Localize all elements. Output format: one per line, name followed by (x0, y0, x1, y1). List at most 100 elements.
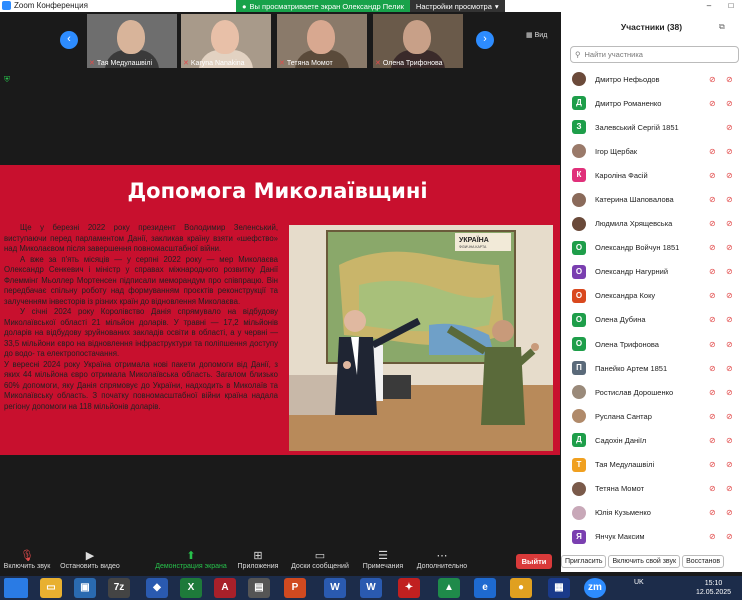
muted-mic-icon: ✕ (89, 60, 95, 67)
video-tile[interactable]: ✕ Karyna Nanakina (181, 14, 271, 68)
participant-row[interactable]: К Кароліна Фасій ⊘ ⊘ (561, 163, 742, 187)
access-icon[interactable]: A (214, 578, 236, 598)
participant-name: Тетяна Момот (595, 484, 645, 494)
google-drive-icon[interactable]: ▲ (438, 578, 460, 598)
windows-taskbar: ▭ ▣ 7z ◆ X A ▤ P W W ✦ ▲ e ● ▦ zm UK 15:… (0, 576, 742, 600)
tile-name: ✕ Олена Трифонова (375, 59, 443, 68)
participant-row[interactable]: Т Тая Медулашвілі ⊘ ⊘ (561, 453, 742, 477)
avatar: Д (572, 433, 586, 448)
unmute-me-button[interactable]: Включить свой звук (608, 555, 681, 568)
minimize-icon[interactable]: – (698, 0, 720, 12)
participant-row[interactable]: Катерина Шаповалова ⊘ ⊘ (561, 187, 742, 211)
slide-photo: УКРАЇНА ФІЗИЧНА КАРТА (289, 225, 553, 451)
video-off-icon: ⊘ (709, 411, 716, 421)
chevron-down-icon: ▾ (494, 1, 499, 11)
participant-row[interactable]: Тетяна Момот ⊘ ⊘ (561, 477, 742, 501)
photo-illustration: УКРАЇНА ФІЗИЧНА КАРТА (289, 225, 553, 451)
chrome-icon[interactable]: ● (510, 578, 532, 598)
participant-row[interactable]: Д Дмитро Романенко ⊘ ⊘ (561, 91, 742, 115)
participant-name: Олена Трифонова (595, 339, 659, 349)
word-icon-2[interactable]: W (360, 578, 382, 598)
video-tile[interactable]: ✕ Тетяна Момот (277, 14, 367, 68)
share-screen-button[interactable]: ⬆ Демонстрация экрана (155, 549, 227, 570)
start-button[interactable] (4, 578, 28, 598)
leave-button[interactable]: Выйти (516, 554, 552, 569)
whiteboards-button[interactable]: ▭ Доски сообщений (288, 549, 352, 570)
zoom-taskbar-icon[interactable]: zm (584, 578, 606, 598)
prev-page-button[interactable]: ‹ (60, 31, 78, 49)
notes-button[interactable]: ☰ Примечания (360, 549, 406, 570)
language-indicator[interactable]: UK (634, 579, 644, 586)
avatar (572, 72, 586, 87)
screen-app-icon[interactable]: ▣ (74, 578, 96, 598)
muted-mic-icon: ⊘ (726, 291, 733, 301)
pop-out-icon[interactable]: ⧉ (719, 22, 725, 32)
view-button[interactable]: ▦ Вид (526, 31, 547, 40)
participant-row[interactable]: З Залевський Сергій 1851 ⊘ (561, 115, 742, 139)
edge-icon[interactable]: e (474, 578, 496, 598)
video-button[interactable]: ▶ Остановить видео (58, 549, 122, 570)
clock[interactable]: 15:10 12.05.2025 (696, 579, 731, 597)
participant-row[interactable]: Д Садохін Даніїл ⊘ ⊘ (561, 428, 742, 452)
muted-mic-icon: ⊘ (726, 532, 733, 542)
pdf-reader-icon[interactable]: ✦ (398, 578, 420, 598)
video-strip: ‹ ✕ Тая Медулашвілі ✕ Karyna Nanakina ✕ Тет… (0, 12, 560, 70)
share-arrow-icon: ⬆ (186, 550, 196, 562)
avatar: Д (572, 96, 586, 111)
video-off-icon: ⊘ (709, 339, 716, 349)
participant-row[interactable]: О Олена Дубина ⊘ ⊘ (561, 308, 742, 332)
tile-name: ✕ Тетяна Момот (279, 59, 333, 68)
participant-row[interactable]: Ростислав Дорошенко ⊘ ⊘ (561, 380, 742, 404)
video-off-icon: ⊘ (709, 315, 716, 325)
participant-row[interactable]: О Олександра Кокy ⊘ ⊘ (561, 284, 742, 308)
unmute-button[interactable]: 🎙 Включить звук (2, 549, 52, 570)
video-tile[interactable]: ✕ Тая Медулашвілі (87, 14, 177, 68)
participant-search-input[interactable]: ⚲ Найти участника (570, 46, 739, 63)
video-tile[interactable]: ✕ Олена Трифонова (373, 14, 463, 68)
title-bar: Zoom Конференция ● Вы просматриваете экр… (0, 0, 742, 12)
invite-button[interactable]: Пригласить (561, 555, 607, 568)
window-controls: – □ (698, 0, 742, 12)
muted-mic-icon: ⊘ (726, 146, 733, 156)
participant-name: Людмила Хрящевська (595, 219, 673, 229)
participant-name: Олександр Нагурний (595, 267, 669, 277)
participant-row[interactable]: Ігор Щербак ⊘ ⊘ (561, 139, 742, 163)
whiteboard-icon: ▭ (314, 550, 326, 562)
more-button[interactable]: ⋯ Дополнительно (414, 549, 470, 570)
encryption-shield-icon[interactable]: ⛨ (4, 75, 10, 85)
participant-row[interactable]: О Олена Трифонова ⊘ ⊘ (561, 332, 742, 356)
participant-row[interactable]: О Олександр Нагурний ⊘ ⊘ (561, 260, 742, 284)
participant-name: Тая Медулашвілі (595, 460, 655, 470)
participant-row[interactable]: О Олександр Войчун 1851 ⊘ ⊘ (561, 236, 742, 260)
view-options-button[interactable]: Настройки просмотра ▾ (409, 0, 505, 12)
slide-body-text: Ще у березні 2022 року президент Володим… (4, 223, 278, 412)
next-page-button[interactable]: › (476, 31, 494, 49)
participant-row[interactable]: П Панейко Артем 1851 ⊘ ⊘ (561, 356, 742, 380)
search-placeholder: Найти участника (584, 50, 643, 59)
participant-face (403, 20, 431, 54)
meeting-toolbar: 🎙 Включить звук ▶ Остановить видео ⬆ Демонс… (0, 547, 560, 574)
participant-row[interactable]: Я Янчук Максим ⊘ ⊘ (561, 525, 742, 549)
powerpoint-icon[interactable]: P (284, 578, 306, 598)
maximize-icon[interactable]: □ (720, 0, 742, 12)
participant-row[interactable]: Юлія Кузьменко ⊘ ⊘ (561, 501, 742, 525)
muted-mic-icon: ⊘ (726, 411, 733, 421)
app-icon[interactable]: ◆ (146, 578, 168, 598)
word-icon[interactable]: W (324, 578, 346, 598)
apps-button[interactable]: ⊞ Приложения (234, 549, 282, 570)
participant-name: Кароліна Фасій (595, 170, 648, 180)
participant-row[interactable]: Дмитро Нефьодов ⊘ ⊘ (561, 67, 742, 91)
restore-button[interactable]: Восстанов (682, 555, 725, 568)
archiver-icon[interactable]: 7z (108, 578, 130, 598)
file-explorer-icon[interactable]: ▭ (40, 578, 62, 598)
participant-name: Панейко Артем 1851 (595, 363, 668, 373)
app-icon-2[interactable]: ▦ (548, 578, 570, 598)
tile-name: ✕ Тая Медулашвілі (89, 59, 153, 68)
participant-row[interactable]: Людмила Хрящевська ⊘ ⊘ (561, 212, 742, 236)
calculator-icon[interactable]: ▤ (248, 578, 270, 598)
avatar: О (572, 240, 586, 255)
avatar: П (572, 361, 586, 376)
participant-row[interactable]: Руслана Сантар ⊘ ⊘ (561, 404, 742, 428)
excel-icon[interactable]: X (180, 578, 202, 598)
video-off-icon: ⊘ (709, 387, 716, 397)
